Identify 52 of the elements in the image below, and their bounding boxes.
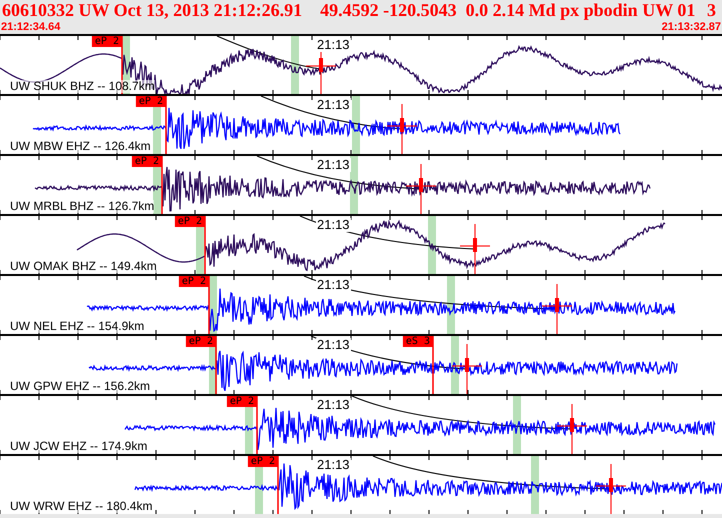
pick-line bbox=[204, 216, 206, 274]
amplitude-marker bbox=[556, 404, 588, 454]
page-number: 3 bbox=[707, 0, 716, 20]
channel-label: UW NEL EHZ -- 154.9km bbox=[10, 320, 144, 333]
phase-pick-label[interactable]: eP 2 bbox=[226, 396, 257, 407]
phase-window-band bbox=[513, 396, 521, 454]
phase-pick-label[interactable]: eS 3 bbox=[402, 336, 433, 347]
time-mark: 21:13 bbox=[316, 338, 351, 352]
phase-pick-label[interactable]: eP 2 bbox=[174, 216, 205, 227]
time-mark: 21:13 bbox=[316, 458, 351, 472]
start-time: 21:12:34.64 bbox=[1, 20, 60, 34]
amplitude-marker bbox=[596, 464, 626, 514]
amplitude-marker bbox=[542, 284, 572, 334]
pick-line bbox=[256, 396, 258, 454]
time-mark: 21:13 bbox=[316, 98, 351, 112]
channel-label: UW MRBL BHZ -- 126.7km bbox=[10, 200, 154, 213]
phase-window-band bbox=[428, 216, 436, 274]
pick-line bbox=[208, 276, 210, 334]
amplitude-marker bbox=[386, 104, 418, 154]
time-mark: 21:13 bbox=[316, 398, 351, 412]
time-mark: 21:13 bbox=[316, 278, 351, 292]
phase-pick-label[interactable]: eP 2 bbox=[136, 96, 166, 107]
channel-label: UW OMAK BHZ -- 149.4km bbox=[10, 260, 157, 273]
channel-label: UW GPW EHZ -- 156.2km bbox=[10, 380, 150, 393]
channel-label: UW MBW EHZ -- 126.4km bbox=[10, 140, 151, 153]
time-mark: 21:13 bbox=[316, 158, 351, 172]
event-title: 60610332 UW Oct 13, 2013 21:12:26.91 49.4592 -120.5043 0.0 2.14 Md px pbodin UW 01 bbox=[2, 0, 696, 20]
amplitude-marker bbox=[452, 344, 482, 394]
pick-line bbox=[277, 456, 279, 514]
phase-window-band bbox=[352, 96, 360, 154]
phase-window-band bbox=[447, 276, 455, 334]
channel-label: UW WRW EHZ -- 180.4km bbox=[10, 500, 152, 513]
phase-pick-label[interactable]: eP 2 bbox=[132, 156, 162, 167]
time-mark: 21:13 bbox=[316, 218, 351, 232]
pick-line bbox=[215, 336, 217, 394]
phase-window-band bbox=[291, 36, 299, 94]
time-mark: 21:13 bbox=[316, 38, 351, 52]
end-time: 21:13:32.87 bbox=[662, 20, 721, 34]
phase-window-band bbox=[451, 336, 459, 394]
phase-pick-label[interactable]: eP 2 bbox=[178, 276, 209, 287]
amplitude-marker bbox=[406, 164, 436, 214]
phase-window-band bbox=[531, 456, 539, 514]
phase-pick-label[interactable]: eP 2 bbox=[186, 336, 216, 347]
pick-line bbox=[121, 36, 123, 94]
amplitude-marker bbox=[460, 224, 490, 274]
channel-label: UW JCW EHZ -- 174.9km bbox=[10, 440, 148, 453]
pick-line bbox=[165, 96, 167, 154]
pick-line bbox=[432, 336, 434, 394]
channel-label: UW SHUK BHZ -- 108.7km bbox=[10, 80, 155, 93]
phase-pick-label[interactable]: eP 2 bbox=[248, 456, 278, 467]
pick-line bbox=[161, 156, 163, 214]
phase-pick-label[interactable]: eP 2 bbox=[92, 36, 122, 47]
